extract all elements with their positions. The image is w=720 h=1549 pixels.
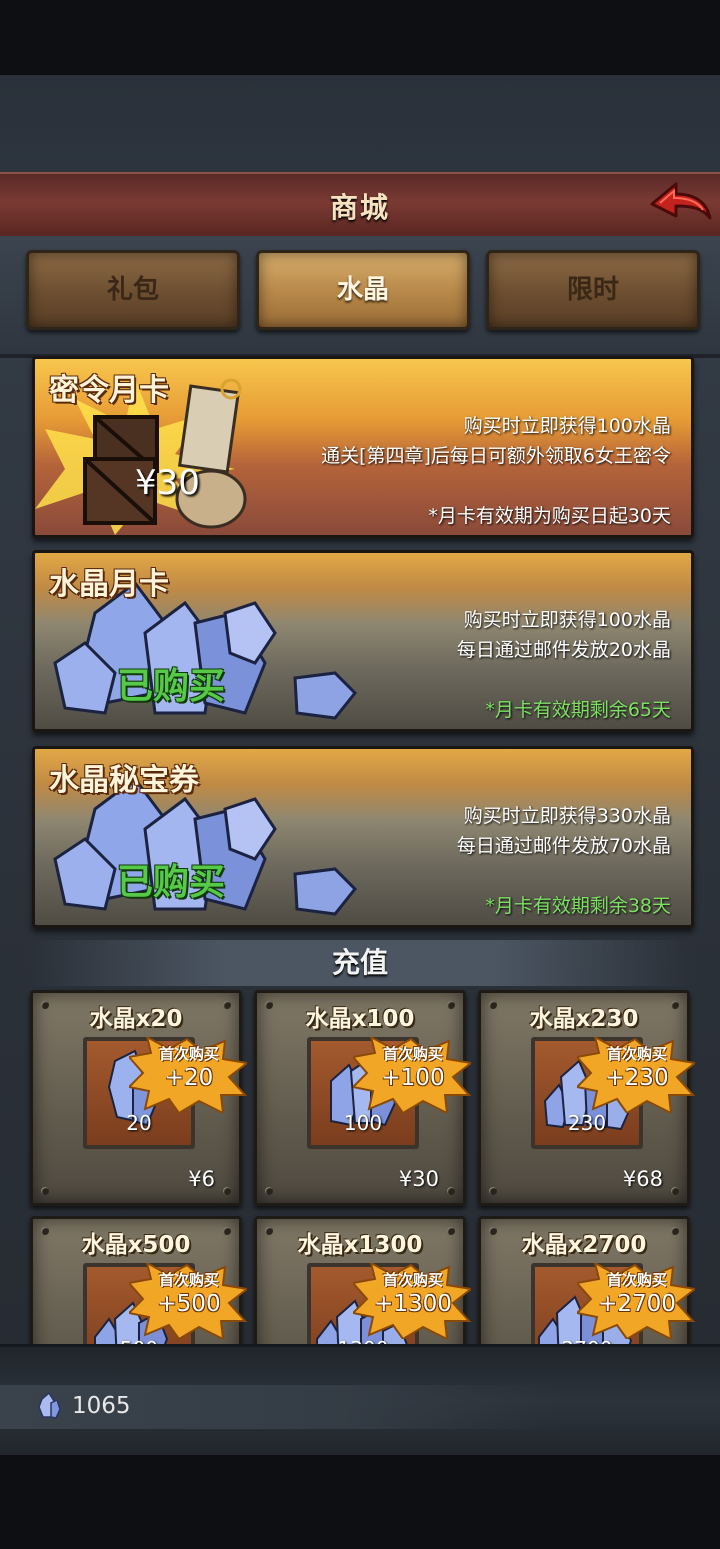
pack-title: 水晶x230 [529, 1006, 639, 1032]
tab-limited[interactable]: 限时 [486, 250, 700, 330]
tab-gift-pack[interactable]: 礼包 [26, 250, 240, 330]
rivet [489, 1187, 497, 1195]
bottom-bar: 1065 [0, 1344, 720, 1455]
tab-crystal[interactable]: 水晶 [256, 250, 470, 330]
first-purchase-bonus: +230 [605, 1065, 669, 1091]
pack-amount: 20 [126, 1111, 152, 1135]
purchased-label: 已购买 [117, 666, 226, 707]
first-purchase-bonus: +500 [157, 1291, 221, 1317]
first-purchase-label: 首次购买 [158, 1045, 219, 1063]
crystal-pack-230[interactable]: 水晶x230 230 首次购买 +230 ¥68 [478, 990, 695, 1206]
card-benefit-line: 购买时立即获得330水晶 [463, 805, 671, 827]
first-purchase-bonus: +100 [381, 1065, 445, 1091]
pack-title: 水晶x500 [81, 1232, 191, 1258]
pack-amount: 230 [567, 1111, 607, 1135]
crystal-monthly-card[interactable]: 水晶月卡 已购买 购买时立即获得100水晶 每日通过邮件发放20水晶 *月卡有效… [32, 550, 694, 732]
pack-price: ¥30 [398, 1167, 439, 1191]
pack-price: ¥68 [622, 1167, 663, 1191]
currency-display: 1065 [0, 1385, 560, 1429]
card-validity-note: *月卡有效期剩余65天 [485, 699, 671, 721]
rivet [671, 1187, 679, 1195]
first-purchase-label: 首次购买 [606, 1045, 667, 1063]
crystal-pack-20[interactable]: 水晶x20 20 首次购买 +20 ¥6 [30, 990, 247, 1206]
pack-title: 水晶x2700 [521, 1232, 647, 1258]
page-title: 商城 [329, 191, 390, 224]
first-purchase-bonus: +2700 [598, 1291, 676, 1317]
purchased-label: 已购买 [117, 862, 226, 903]
card-price: ¥30 [135, 463, 200, 503]
pack-amount: 100 [343, 1111, 383, 1135]
card-benefit-line: 购买时立即获得100水晶 [463, 415, 671, 437]
back-arrow-icon [650, 182, 712, 220]
back-button[interactable] [648, 176, 714, 232]
card-title: 水晶月卡 [49, 567, 169, 602]
pack-title: 水晶x20 [89, 1006, 183, 1032]
card-benefit-line: 通关[第四章]后每日可额外领取6女王密令 [321, 445, 671, 467]
card-validity-note: *月卡有效期剩余38天 [485, 895, 671, 917]
title-bar: 商城 [0, 172, 720, 239]
rivet [41, 1187, 49, 1195]
first-purchase-bonus: +1300 [374, 1291, 452, 1317]
crystal-treasure-card[interactable]: 水晶秘宝券 已购买 购买时立即获得330水晶 每日通过邮件发放70水晶 *月卡有… [32, 746, 694, 928]
rivet [447, 1187, 455, 1195]
pack-title: 水晶x100 [305, 1006, 415, 1032]
secret-monthly-card[interactable]: 密令月卡 ¥30 购买时立即获得100水晶 通关[第四章]后每日可额外领取6女王… [32, 356, 694, 538]
first-purchase-label: 首次购买 [158, 1271, 219, 1289]
shop-content[interactable]: 密令月卡 ¥30 购买时立即获得100水晶 通关[第四章]后每日可额外领取6女王… [0, 356, 720, 1344]
card-benefit-line: 购买时立即获得100水晶 [463, 609, 671, 631]
crystal-pack-1300[interactable]: 水晶x1300 1300 首次购买 +1300 [254, 1216, 471, 1344]
crystal-pack-100[interactable]: 水晶x100 100 首次购买 +100 ¥30 [254, 990, 471, 1206]
card-benefit-line: 每日通过邮件发放20水晶 [456, 639, 671, 661]
first-purchase-label: 首次购买 [382, 1271, 443, 1289]
first-purchase-bonus: +20 [164, 1065, 214, 1091]
card-validity-note: *月卡有效期为购买日起30天 [428, 505, 671, 527]
first-purchase-label: 首次购买 [606, 1271, 667, 1289]
card-title: 水晶秘宝券 [49, 763, 199, 798]
pack-price: ¥6 [188, 1167, 215, 1191]
crystal-balance: 1065 [72, 1393, 131, 1419]
crystal-icon [38, 1391, 61, 1419]
crystal-pack-2700[interactable]: 水晶x2700 2700 首次购买 +2700 [478, 1216, 695, 1344]
rivet [265, 1187, 273, 1195]
first-purchase-label: 首次购买 [382, 1045, 443, 1063]
card-benefit-line: 每日通过邮件发放70水晶 [456, 835, 671, 857]
card-title: 密令月卡 [49, 373, 169, 408]
pack-title: 水晶x1300 [297, 1232, 423, 1258]
rivet [223, 1187, 231, 1195]
crystal-pack-500[interactable]: 水晶x500 500 首次购买 +500 [30, 1216, 247, 1344]
tab-bar: 礼包 水晶 限时 [0, 236, 720, 358]
recharge-section-header: 充值 [30, 940, 690, 986]
